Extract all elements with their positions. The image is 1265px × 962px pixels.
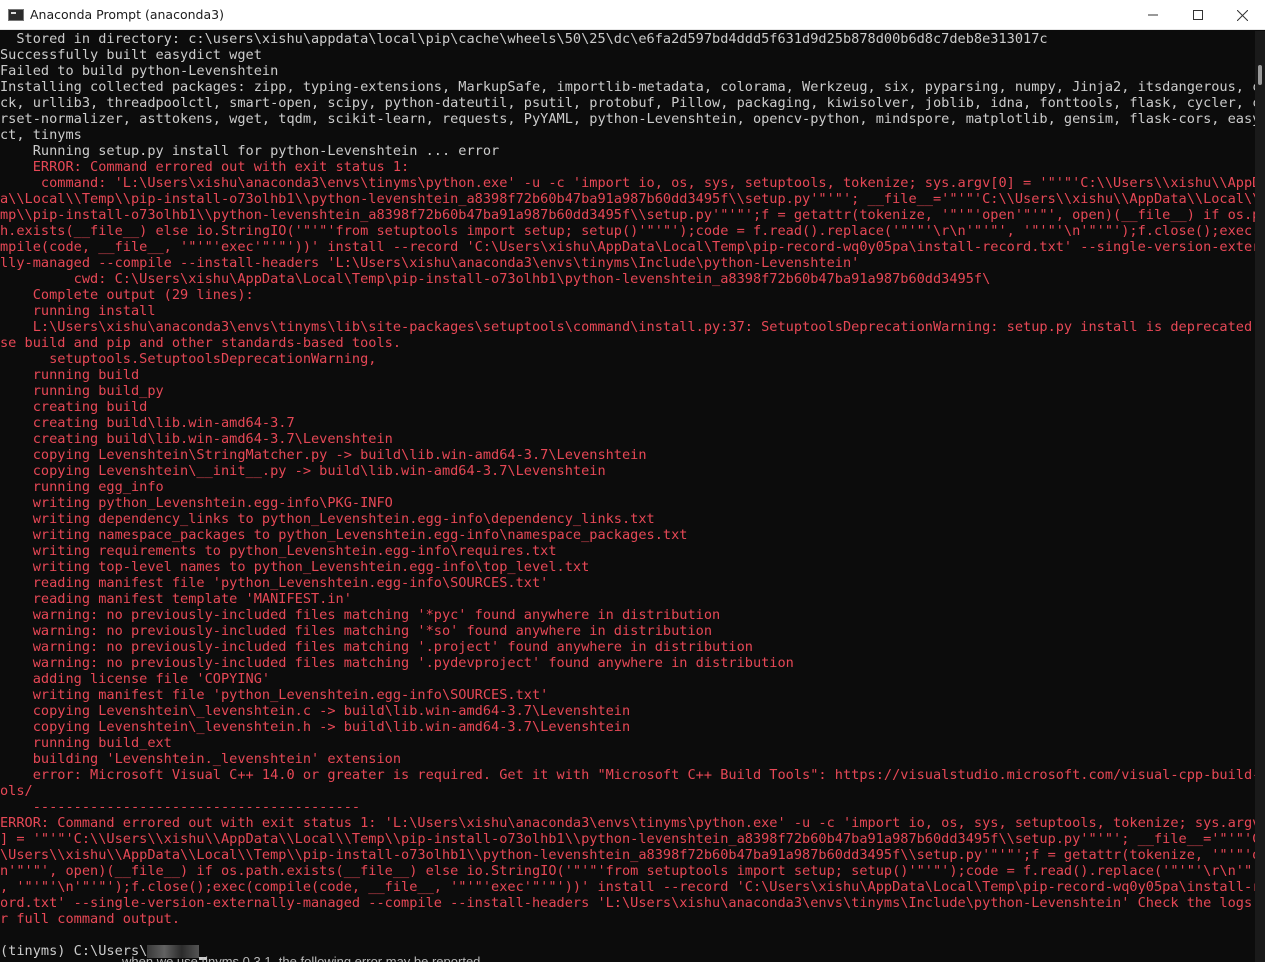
- terminal-line: setuptools.SetuptoolsDeprecationWarning,: [0, 351, 377, 367]
- terminal-line: writing python_Levenshtein.egg-info\PKG-…: [0, 495, 393, 511]
- terminal-line: ERROR: Command errored out with exit sta…: [0, 159, 410, 175]
- scrollbar-thumb[interactable]: [1258, 65, 1262, 85]
- terminal-line: Complete output (29 lines):: [0, 287, 254, 303]
- terminal-line: ct, tinyms: [0, 127, 82, 143]
- terminal-line: ----------------------------------------: [0, 799, 361, 815]
- terminal-line: writing requirements to python_Levenshte…: [0, 543, 557, 559]
- terminal-line: \Users\\xishu\\AppData\\Local\\Temp\\pip…: [0, 847, 1255, 863]
- terminal-line: running build: [0, 367, 140, 383]
- minimize-button[interactable]: [1130, 0, 1175, 30]
- terminal-line: creating build\lib.win-amd64-3.7: [0, 415, 295, 431]
- terminal-line: running build_py: [0, 383, 164, 399]
- terminal-line: warning: no previously-included files ma…: [0, 623, 713, 639]
- terminal-line: reading manifest template 'MANIFEST.in': [0, 591, 352, 607]
- window-controls: [1130, 0, 1265, 30]
- terminal-line: building 'Levenshtein._levenshtein' exte…: [0, 751, 402, 767]
- terminal-line: rset-normalizer, asttokens, wget, tqdm, …: [0, 111, 1255, 127]
- terminal-line: Running setup.py install for python-Leve…: [0, 143, 500, 159]
- terminal-line: writing dependency_links to python_Leven…: [0, 511, 655, 527]
- terminal-line: copying Levenshtein\_levenshtein.h -> bu…: [0, 719, 631, 735]
- close-button[interactable]: [1220, 0, 1265, 30]
- terminal-line: writing manifest file 'python_Levenshtei…: [0, 687, 549, 703]
- terminal-line: copying Levenshtein\_levenshtein.c -> bu…: [0, 703, 631, 719]
- close-icon: [1237, 9, 1248, 21]
- terminal-line: ols/: [0, 783, 33, 799]
- window-title: Anaconda Prompt (anaconda3): [30, 7, 224, 22]
- maximize-icon: [1192, 10, 1203, 20]
- terminal-line: warning: no previously-included files ma…: [0, 655, 794, 671]
- terminal-line: ERROR: Command errored out with exit sta…: [0, 815, 1255, 831]
- terminal-line: r full command output.: [0, 911, 181, 927]
- terminal-line: error: Microsoft Visual C++ 14.0 or grea…: [0, 767, 1255, 783]
- maximize-button[interactable]: [1175, 0, 1220, 30]
- terminal-line: ck, urllib3, threadpoolctl, smart-open, …: [0, 95, 1255, 111]
- terminal-line: n'"'"', open)(__file__) if os.path.exist…: [0, 863, 1255, 879]
- minimize-icon: [1147, 14, 1158, 16]
- terminal-line: running install: [0, 303, 156, 319]
- terminal-line: writing top-level names to python_Levens…: [0, 559, 590, 575]
- terminal-line: Installing collected packages: zipp, typ…: [0, 79, 1255, 95]
- terminal-line: command: 'L:\Users\xishu\anaconda3\envs\…: [0, 175, 1255, 191]
- terminal-line: Failed to build python-Levenshtein: [0, 63, 279, 79]
- title-bar[interactable]: Anaconda Prompt (anaconda3): [0, 0, 1265, 30]
- terminal-line: warning: no previously-included files ma…: [0, 639, 753, 655]
- terminal-line: Stored in directory: c:\users\xishu\appd…: [0, 31, 1048, 47]
- terminal-line: copying Levenshtein\StringMatcher.py -> …: [0, 447, 647, 463]
- terminal-line: adding license file 'COPYING': [0, 671, 271, 687]
- terminal-line: reading manifest file 'python_Levenshtei…: [0, 575, 549, 591]
- terminal-line: se build and pip and other standards-bas…: [0, 335, 402, 351]
- terminal-line: copying Levenshtein\__init__.py -> build…: [0, 463, 606, 479]
- terminal-output[interactable]: Stored in directory: c:\users\xishu\appd…: [0, 31, 1255, 962]
- terminal-line: creating build: [0, 399, 148, 415]
- terminal-line: a\\Local\\Temp\\pip-install-o73olhb1\\py…: [0, 191, 1255, 207]
- terminal-line: mp\\pip-install-o73olhb1\\python-levensh…: [0, 207, 1255, 223]
- terminal-line: warning: no previously-included files ma…: [0, 607, 721, 623]
- terminal-line: creating build\lib.win-amd64-3.7\Levensh…: [0, 431, 393, 447]
- terminal-line: lly-managed --compile --install-headers …: [0, 255, 860, 271]
- terminal-line: L:\Users\xishu\anaconda3\envs\tinyms\lib…: [0, 319, 1255, 335]
- terminal-icon: [8, 8, 24, 21]
- terminal-line: Successfully built easydict wget: [0, 47, 262, 63]
- background-text: when we use tinyms 0.3.1, the following …: [122, 955, 480, 962]
- terminal-line: cwd: C:\Users\xishu\AppData\Local\Temp\p…: [0, 271, 991, 287]
- terminal-line: ] = '"'"'C:\\Users\\xishu\\AppData\\Loca…: [0, 831, 1255, 847]
- terminal-line: , '"'"'\n'"'"');f.close();exec(compile(c…: [0, 879, 1255, 895]
- terminal-line: writing namespace_packages to python_Lev…: [0, 527, 688, 543]
- vertical-scrollbar[interactable]: [1255, 31, 1265, 962]
- terminal-line: running egg_info: [0, 479, 164, 495]
- terminal-line: ord.txt' --single-version-externally-man…: [0, 895, 1255, 911]
- terminal-line: mpile(code, __file__, '"'"'exec'"'"'))' …: [0, 239, 1255, 255]
- terminal-line: h.exists(__file__) else io.StringIO('"'"…: [0, 223, 1255, 239]
- terminal-line: running build_ext: [0, 735, 172, 751]
